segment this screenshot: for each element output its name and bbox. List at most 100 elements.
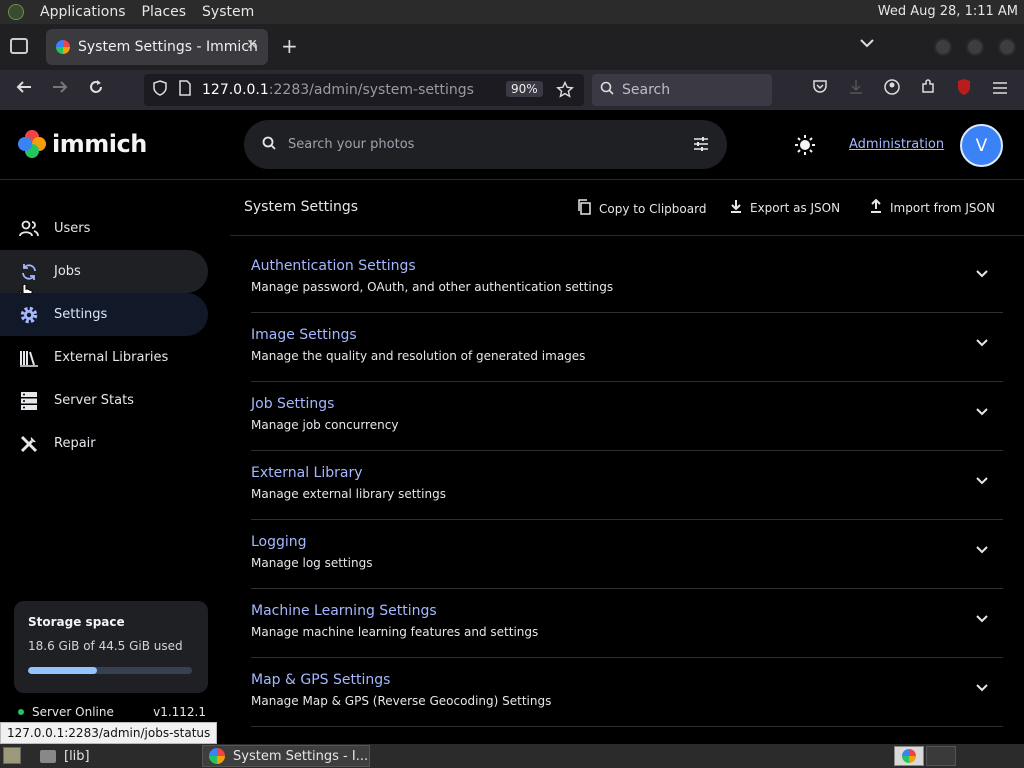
section-desc: Manage Map & GPS (Reverse Geocoding) Set… [251, 694, 552, 708]
settings-section-external-library[interactable]: External Library Manage external library… [251, 451, 1003, 520]
show-desktop-icon[interactable] [3, 747, 21, 764]
storage-card: Storage space 18.6 GiB of 44.5 GiB used [14, 601, 208, 693]
storage-progress-fill [28, 667, 97, 674]
settings-section-job[interactable]: Job Settings Manage job concurrency [251, 382, 1003, 451]
page-info-icon[interactable] [178, 80, 192, 100]
clock[interactable]: Wed Aug 28, 1:11 AM [878, 4, 1018, 19]
server-status: Server Online v1.112.1 [18, 705, 206, 719]
section-desc: Manage password, OAuth, and other authen… [251, 280, 614, 294]
chevron-down-icon[interactable] [975, 542, 989, 556]
photo-search-bar[interactable]: Search your photos [244, 120, 727, 169]
download-icon [730, 199, 742, 217]
section-desc: Manage the quality and resolution of gen… [251, 349, 586, 363]
settings-section-map-gps[interactable]: Map & GPS Settings Manage Map & GPS (Rev… [251, 658, 1003, 727]
list-all-tabs-chevron-icon[interactable] [860, 36, 874, 52]
section-desc: Manage machine learning features and set… [251, 625, 539, 639]
library-icon [18, 347, 40, 369]
sidebar-item-label: Server Stats [54, 393, 134, 408]
copy-icon [577, 199, 591, 219]
folder-icon [40, 749, 56, 763]
browser-search-placeholder: Search [622, 82, 671, 98]
avatar[interactable]: V [960, 124, 1003, 167]
bookmark-star-icon[interactable] [556, 80, 574, 103]
chevron-down-icon[interactable] [975, 680, 989, 694]
copy-to-clipboard-button[interactable]: Copy to Clipboard [577, 199, 706, 219]
section-title: Image Settings [251, 327, 357, 343]
forward-arrow-icon[interactable] [48, 78, 72, 102]
tab-list-icon[interactable] [10, 38, 28, 54]
sync-icon [18, 261, 40, 283]
menu-applications[interactable]: Applications [40, 4, 126, 20]
sidebar-item-settings[interactable]: Settings [0, 293, 208, 336]
settings-section-image[interactable]: Image Settings Manage the quality and re… [251, 313, 1003, 382]
os-taskbar: [lib] System Settings - I... [0, 744, 1024, 768]
chevron-down-icon[interactable] [975, 473, 989, 487]
extensions-icon[interactable] [916, 78, 940, 102]
search-options-icon[interactable] [693, 136, 709, 156]
tools-icon [18, 433, 40, 455]
browser-search-bar[interactable]: Search [592, 74, 772, 106]
ublock-icon[interactable] [952, 78, 976, 102]
taskbar-item-browser[interactable]: System Settings - I... [202, 745, 370, 767]
workspace-2[interactable] [926, 746, 956, 766]
chevron-down-icon[interactable] [975, 335, 989, 349]
shield-icon[interactable] [152, 80, 168, 100]
pocket-icon[interactable] [808, 78, 832, 102]
users-icon [18, 218, 40, 240]
zoom-level[interactable]: 90% [506, 81, 543, 97]
toolbar-divider [230, 235, 1024, 236]
os-logo-icon[interactable] [8, 4, 24, 20]
chevron-down-icon[interactable] [975, 266, 989, 280]
settings-section-machine-learning[interactable]: Machine Learning Settings Manage machine… [251, 589, 1003, 658]
section-desc: Manage log settings [251, 556, 373, 570]
workspace-switcher[interactable] [894, 746, 924, 766]
sidebar-item-label: External Libraries [54, 350, 169, 365]
import-label: Import from JSON [890, 201, 995, 215]
logo-text: immich [52, 130, 147, 158]
sidebar-item-server-stats[interactable]: Server Stats [0, 379, 208, 422]
sidebar-item-users[interactable]: Users [0, 207, 208, 250]
sun-icon[interactable] [794, 134, 816, 156]
os-top-panel: Applications Places System Wed Aug 28, 1… [0, 0, 1024, 24]
export-label: Export as JSON [750, 201, 841, 215]
app-header: immich Search your photos Administration… [0, 110, 1024, 180]
server-version[interactable]: v1.112.1 [153, 705, 206, 719]
sidebar-item-label: Settings [54, 307, 108, 322]
search-icon [600, 81, 614, 99]
hamburger-menu-icon[interactable] [988, 78, 1012, 102]
immich-logo[interactable]: immich [18, 130, 147, 158]
storage-progress-bar [28, 667, 192, 674]
back-arrow-icon[interactable] [12, 78, 36, 102]
import-json-button[interactable]: Import from JSON [870, 198, 995, 217]
account-icon[interactable] [880, 78, 904, 102]
tab-title: System Settings - Immich [78, 39, 258, 55]
close-window-button[interactable] [998, 38, 1016, 56]
gear-icon [18, 304, 40, 326]
settings-section-authentication[interactable]: Authentication Settings Manage password,… [251, 244, 1003, 313]
photo-search-input[interactable]: Search your photos [288, 137, 414, 152]
maximize-window-button[interactable] [966, 38, 984, 56]
export-json-button[interactable]: Export as JSON [730, 199, 840, 217]
browser-tab[interactable]: System Settings - Immich ✕ [46, 29, 268, 65]
menu-places[interactable]: Places [142, 4, 187, 20]
taskbar-folder-label: [lib] [64, 748, 90, 764]
downloads-icon[interactable] [844, 78, 868, 102]
chevron-down-icon[interactable] [975, 404, 989, 418]
copy-label: Copy to Clipboard [599, 202, 707, 216]
firefox-icon [209, 748, 225, 764]
menu-system[interactable]: System [202, 4, 254, 20]
sidebar-item-external-libraries[interactable]: External Libraries [0, 336, 208, 379]
section-title: Machine Learning Settings [251, 603, 437, 619]
section-title: External Library [251, 465, 363, 481]
tab-close-icon[interactable]: ✕ [246, 37, 258, 53]
new-tab-button[interactable]: + [281, 36, 298, 56]
chevron-down-icon[interactable] [975, 611, 989, 625]
sidebar-item-label: Jobs [54, 264, 81, 279]
taskbar-item-folder[interactable]: [lib] [34, 745, 90, 767]
settings-section-logging[interactable]: Logging Manage log settings [251, 520, 1003, 589]
sidebar-item-repair[interactable]: Repair [0, 422, 208, 465]
url-bar[interactable]: 127.0.0.1 :2283/admin/system-settings 90… [144, 74, 584, 106]
minimize-window-button[interactable] [934, 38, 952, 56]
administration-link[interactable]: Administration [849, 137, 944, 152]
reload-icon[interactable] [84, 78, 108, 102]
